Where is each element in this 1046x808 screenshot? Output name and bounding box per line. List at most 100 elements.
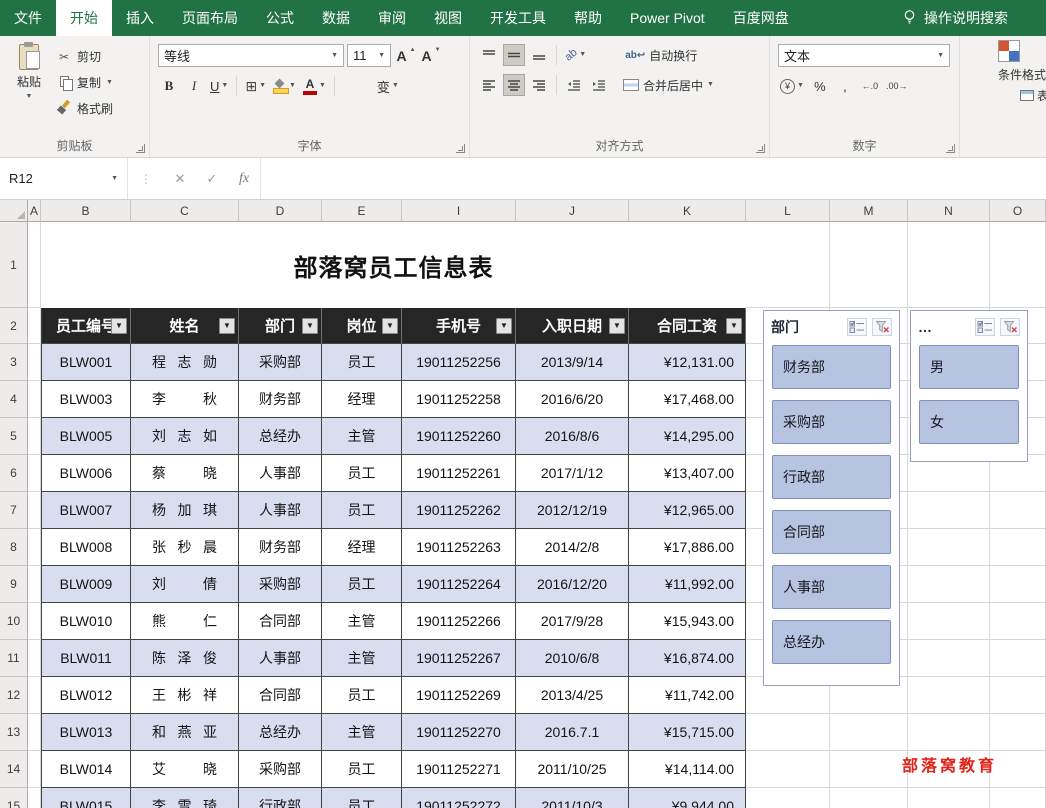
row-header-12[interactable]: 12	[0, 677, 28, 714]
cell-13-4[interactable]: 19011252270	[402, 714, 516, 751]
cell-15-6[interactable]: ¥9,944.00	[629, 788, 746, 808]
italic-button[interactable]: I	[183, 75, 205, 97]
row-header-13[interactable]: 13	[0, 714, 28, 751]
cell-3-6[interactable]: ¥12,131.00	[629, 344, 746, 381]
cell-14-0[interactable]: BLW014	[41, 751, 131, 788]
cell-8-3[interactable]: 经理	[322, 529, 402, 566]
cell-3-2[interactable]: 采购部	[239, 344, 322, 381]
cell-12-3[interactable]: 员工	[322, 677, 402, 714]
table-header-4[interactable]: 手机号 ▼	[402, 308, 516, 344]
col-header-E[interactable]: E	[322, 200, 402, 222]
cell-13-2[interactable]: 总经办	[239, 714, 322, 751]
font-name-select[interactable]: 等线	[158, 44, 344, 67]
cell-11-5[interactable]: 2010/6/8	[516, 640, 629, 677]
cell-11-4[interactable]: 19011252267	[402, 640, 516, 677]
cell-12-1[interactable]: 王 彬 祥	[131, 677, 239, 714]
slicer-item-采购部[interactable]: 采购部	[772, 400, 891, 444]
slicer-item-财务部[interactable]: 财务部	[772, 345, 891, 389]
row-header-5[interactable]: 5	[0, 418, 28, 455]
comma-style-button[interactable]: ,	[834, 75, 856, 97]
cell-8-4[interactable]: 19011252263	[402, 529, 516, 566]
filter-button[interactable]: ▼	[302, 317, 318, 334]
tell-me-search[interactable]: 操作说明搜索	[902, 0, 1046, 36]
cell-10-1[interactable]: 熊 仁	[131, 603, 239, 640]
cell-7-6[interactable]: ¥12,965.00	[629, 492, 746, 529]
cell-10-3[interactable]: 主管	[322, 603, 402, 640]
col-header-N[interactable]: N	[908, 200, 990, 222]
number-dialog-launcher[interactable]	[946, 144, 955, 153]
ribbon-tab-help[interactable]: 帮助	[560, 0, 616, 36]
row-header-3[interactable]: 3	[0, 344, 28, 381]
table-header-6[interactable]: 合同工资 ▼	[629, 308, 746, 344]
col-header-D[interactable]: D	[239, 200, 322, 222]
increase-font-size-button[interactable]: A	[394, 45, 416, 67]
row-header-15[interactable]: 15	[0, 788, 28, 808]
cell-15-1[interactable]: 李 雪 琦	[131, 788, 239, 808]
cell-7-3[interactable]: 员工	[322, 492, 402, 529]
cell-13-1[interactable]: 和 燕 亚	[131, 714, 239, 751]
cell-6-5[interactable]: 2017/1/12	[516, 455, 629, 492]
cell-14-2[interactable]: 采购部	[239, 751, 322, 788]
align-left-button[interactable]	[478, 74, 500, 96]
font-dialog-launcher[interactable]	[456, 144, 465, 153]
underline-button[interactable]: U	[208, 75, 230, 97]
cell-9-4[interactable]: 19011252264	[402, 566, 516, 603]
cell-6-2[interactable]: 人事部	[239, 455, 322, 492]
col-header-O[interactable]: O	[990, 200, 1046, 222]
accounting-format-button[interactable]: ¥	[778, 75, 806, 97]
formula-input[interactable]	[260, 158, 1046, 199]
table-header-3[interactable]: 岗位 ▼	[322, 308, 402, 344]
cell-14-4[interactable]: 19011252271	[402, 751, 516, 788]
table-header-2[interactable]: 部门 ▼	[239, 308, 322, 344]
row-header-8[interactable]: 8	[0, 529, 28, 566]
cell-5-6[interactable]: ¥14,295.00	[629, 418, 746, 455]
cell-7-2[interactable]: 人事部	[239, 492, 322, 529]
cell-5-3[interactable]: 主管	[322, 418, 402, 455]
cell-7-0[interactable]: BLW007	[41, 492, 131, 529]
col-header-C[interactable]: C	[131, 200, 239, 222]
row-header-7[interactable]: 7	[0, 492, 28, 529]
cell-13-0[interactable]: BLW013	[41, 714, 131, 751]
ribbon-tab-review[interactable]: 审阅	[364, 0, 420, 36]
slicer-item-行政部[interactable]: 行政部	[772, 455, 891, 499]
cell-8-5[interactable]: 2014/2/8	[516, 529, 629, 566]
align-right-button[interactable]	[528, 74, 550, 96]
cell-13-6[interactable]: ¥15,715.00	[629, 714, 746, 751]
slicer-item-男[interactable]: 男	[919, 345, 1019, 389]
format-as-table-button[interactable]: 表	[964, 87, 1046, 104]
borders-button[interactable]: ⊞	[243, 75, 268, 97]
filter-button[interactable]: ▼	[111, 317, 127, 334]
cell-9-3[interactable]: 员工	[322, 566, 402, 603]
cell-6-6[interactable]: ¥13,407.00	[629, 455, 746, 492]
merge-center-button[interactable]: 合并后居中	[619, 74, 718, 96]
col-header-J[interactable]: J	[516, 200, 629, 222]
increase-decimal-button[interactable]: ←.0	[859, 75, 881, 97]
cut-button[interactable]: ✂ 剪切	[56, 48, 113, 65]
cell-14-5[interactable]: 2011/10/25	[516, 751, 629, 788]
clear-filter-icon[interactable]	[872, 318, 892, 336]
cell-9-0[interactable]: BLW009	[41, 566, 131, 603]
fill-color-button[interactable]	[271, 75, 298, 97]
sheet-title-cell[interactable]: 部落窝员工信息表	[41, 222, 746, 308]
increase-indent-button[interactable]	[588, 74, 610, 96]
align-top-button[interactable]	[478, 44, 500, 66]
row-header-9[interactable]: 9	[0, 566, 28, 603]
cell-3-3[interactable]: 员工	[322, 344, 402, 381]
cell-5-0[interactable]: BLW005	[41, 418, 131, 455]
cell-4-6[interactable]: ¥17,468.00	[629, 381, 746, 418]
orientation-button[interactable]: ab	[563, 44, 588, 66]
cell-8-0[interactable]: BLW008	[41, 529, 131, 566]
insert-function-button[interactable]: fx	[228, 158, 260, 199]
select-all-button[interactable]	[0, 200, 28, 222]
ribbon-tab-power-pivot[interactable]: Power Pivot	[616, 0, 719, 36]
row-header-2[interactable]: 2	[0, 308, 28, 344]
slicer-item-合同部[interactable]: 合同部	[772, 510, 891, 554]
cell-14-6[interactable]: ¥14,114.00	[629, 751, 746, 788]
multi-select-icon[interactable]	[847, 318, 867, 336]
cell-3-1[interactable]: 程 志 勋	[131, 344, 239, 381]
conditional-formatting-button[interactable]: 条件格式	[964, 66, 1046, 83]
cell-13-5[interactable]: 2016.7.1	[516, 714, 629, 751]
col-header-M[interactable]: M	[830, 200, 908, 222]
cell-4-4[interactable]: 19011252258	[402, 381, 516, 418]
cell-12-5[interactable]: 2013/4/25	[516, 677, 629, 714]
